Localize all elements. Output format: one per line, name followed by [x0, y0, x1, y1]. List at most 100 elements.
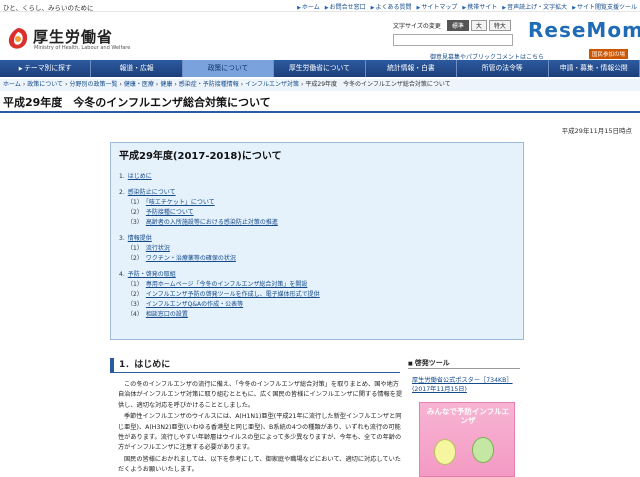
breadcrumb-separator-icon: › [65, 81, 68, 88]
toc-item: （1） 専用ホームページ「今冬のインフルエンザ総合対策」を開設 [119, 280, 515, 290]
breadcrumb-link[interactable]: 健康・医療 [124, 81, 154, 88]
toc-item: 1. はじめに [119, 172, 515, 182]
breadcrumb-current: 平成29年度 今冬のインフルエンザ総合対策について [305, 81, 451, 88]
nav-item[interactable]: 所管の法令等 [457, 60, 549, 77]
sidebar-heading: 啓発ツール [408, 358, 520, 369]
breadcrumb-separator-icon: › [119, 81, 122, 88]
toc-item: 2. 感染防止について [119, 188, 515, 198]
breadcrumb: ホーム › 政策について › 分野別の政策一覧 › 健康・医療 › 健康 › 感染症・予防接種情報 ›… [0, 79, 640, 91]
nav-item[interactable]: 政策について [182, 60, 275, 77]
toc-item: （1） 流行状況 [119, 244, 515, 254]
mascot-icon [434, 439, 456, 465]
toc-link[interactable]: 専用ホームページ「今冬のインフルエンザ総合対策」を開設 [146, 281, 308, 288]
toc-number: （2） [127, 255, 143, 262]
toc-item: （2） インフルエンザ予防の啓発ツールを作成し、電子媒体形式で提供 [119, 290, 515, 300]
toc-number: （2） [127, 291, 143, 298]
toc-list: 1. はじめに 2. 感染防止について （1） 「咳エチケット」について （2） 予防接種につ… [119, 172, 515, 320]
utility-link[interactable]: お問合せ窓口 [325, 2, 366, 11]
toc-title: 平成29年度(2017-2018)について [119, 151, 282, 162]
utility-link[interactable]: 音声読上げ・文字拡大 [502, 2, 567, 11]
toc-item: 3. 情報提供 [119, 234, 515, 244]
paragraph: 国民の皆様におかれましては、以下を参考にして、御家庭や職場などにおいて、適切に対… [118, 455, 401, 474]
toc-link[interactable]: 流行状況 [146, 245, 170, 252]
nav-item[interactable]: テーマ別に探す [0, 60, 92, 77]
toc-item: 4. 予防・啓発の取組 [119, 270, 515, 280]
toc-link[interactable]: 感染防止について [128, 189, 176, 196]
paragraph: 季節性インフルエンザのウイルスには、A(H1N1)亜型(平成21年に流行した新型… [118, 413, 402, 452]
utility-link[interactable]: よくある質問 [371, 2, 411, 11]
nav-item[interactable]: 統計情報・白書 [366, 60, 458, 77]
toc-link[interactable]: 高齢者の入所施設等における感染防止対策の推進 [146, 219, 278, 226]
nav-item[interactable]: 申請・募集・情報公開 [549, 60, 640, 77]
watermark-logo: ReseMom [528, 18, 640, 42]
breadcrumb-link[interactable]: 分野別の政策一覧 [69, 81, 117, 88]
breadcrumb-separator-icon: › [155, 81, 159, 88]
toc-item: （3） 高齢者の入所施設等における感染防止対策の推進 [119, 218, 515, 228]
toc-link[interactable]: 予防接種について [146, 209, 194, 216]
toc-number: （1） [127, 199, 143, 206]
nav-item[interactable]: 厚生労働省について [274, 60, 366, 77]
font-size-xlarge[interactable]: 特大 [488, 20, 511, 31]
toc-link[interactable]: 予防・啓発の取組 [128, 271, 176, 278]
toc-link[interactable]: はじめに [128, 173, 152, 180]
toc-number: （3） [127, 301, 143, 308]
breadcrumb-separator-icon: › [174, 81, 177, 88]
toc-link[interactable]: 相談窓口の設置 [146, 311, 188, 318]
font-size-switcher: 文字サイズの変更 標準 大 特大 [393, 20, 511, 31]
utility-link[interactable]: ホーム [297, 2, 320, 11]
toc-link[interactable]: ワクチン・治療薬等の確保の状況 [146, 255, 236, 262]
nav-item[interactable]: 報道・広報 [91, 60, 183, 77]
breadcrumb-separator-icon: › [22, 81, 26, 88]
toc-item: （4） 相談窓口の設置 [119, 310, 515, 320]
breadcrumb-separator-icon: › [240, 81, 244, 88]
site-subtitle: Ministry of Health, Labour and Welfare [34, 45, 131, 51]
paragraph: この冬のインフルエンザの流行に備え、「今冬のインフルエンザ総合対策」を取りまとめ… [118, 381, 403, 409]
site-title[interactable]: 厚生労働省 [33, 26, 113, 47]
toc-number: 1. [119, 173, 125, 180]
toc-number: （3） [127, 219, 143, 226]
toc-number: 3. [119, 235, 125, 242]
table-of-contents: 平成29年度(2017-2018)について 1. はじめに 2. 感染防止について （1… [110, 142, 524, 340]
toc-item: （2） ワクチン・治療薬等の確保の状況 [119, 254, 515, 264]
toc-number: （1） [127, 281, 143, 288]
breadcrumb-separator-icon: › [300, 81, 304, 88]
font-size-label: 文字サイズの変更 [393, 23, 441, 30]
site-header: 厚生労働省 Ministry of Health, Labour and Wel… [0, 12, 640, 61]
toc-link[interactable]: 情報提供 [128, 235, 152, 242]
section-heading: 1．はじめに [110, 358, 400, 373]
utility-links: ホームお問合せ窓口よくある質問サイトマップ携帯サイト音声読上げ・文字拡大サイト閲… [297, 2, 637, 11]
breadcrumb-link[interactable]: ホーム [3, 81, 21, 88]
page-date: 平成29年11月15日時点 [561, 127, 632, 135]
tagline: ひと、くらし、みらいのために [3, 4, 94, 12]
mascot-icon [472, 437, 494, 463]
breadcrumb-link[interactable]: 政策について [27, 81, 63, 88]
toc-number: （4） [127, 311, 143, 318]
breadcrumb-link[interactable]: 健康 [160, 81, 172, 88]
toc-link[interactable]: インフルエンザ予防の啓発ツールを作成し、電子媒体形式で提供 [146, 291, 320, 298]
page-title: 平成29年度 今冬のインフルエンザ総合対策について [0, 93, 640, 113]
search-input[interactable] [393, 34, 513, 46]
toc-item: （2） 予防接種について [119, 208, 515, 218]
toc-item: （1） 「咳エチケット」について [119, 198, 515, 208]
font-size-standard[interactable]: 標準 [446, 20, 469, 31]
poster-link[interactable]: 厚生労働省公式ポスター［734KB］(2017年11月15日) [412, 377, 513, 393]
utility-link[interactable]: サイトマップ [417, 2, 457, 11]
section-body: この冬のインフルエンザの流行に備え、「今冬のインフルエンザ総合対策」を取りまとめ… [118, 380, 404, 477]
poster-image[interactable]: みんなで予防インフルエンザ [419, 402, 515, 477]
ministry-logo-icon[interactable] [6, 26, 30, 52]
toc-item: （3） インフルエンザQ&Aの作成・公表等 [119, 300, 515, 310]
utility-link[interactable]: サイト閲覧支援ツール [572, 2, 637, 11]
toc-link[interactable]: 「咳エチケット」について [146, 199, 215, 206]
toc-number: （2） [127, 209, 143, 216]
toc-link[interactable]: インフルエンザQ&Aの作成・公表等 [146, 301, 243, 308]
toc-number: 4. [119, 271, 125, 278]
toc-number: （1） [127, 245, 143, 252]
breadcrumb-link[interactable]: インフルエンザ対策 [245, 81, 299, 88]
breadcrumb-link[interactable]: 感染症・予防接種情報 [179, 81, 239, 88]
poster-link-wrap: 厚生労働省公式ポスター［734KB］(2017年11月15日) [412, 376, 520, 394]
font-size-large[interactable]: 大 [470, 20, 487, 31]
participation-button[interactable]: 国民参加の場 [589, 49, 629, 59]
utility-bar: ひと、くらし、みらいのために ホームお問合せ窓口よくある質問サイトマップ携帯サイ… [0, 0, 640, 12]
utility-link[interactable]: 携帯サイト [462, 2, 497, 11]
toc-number: 2. [119, 189, 125, 196]
